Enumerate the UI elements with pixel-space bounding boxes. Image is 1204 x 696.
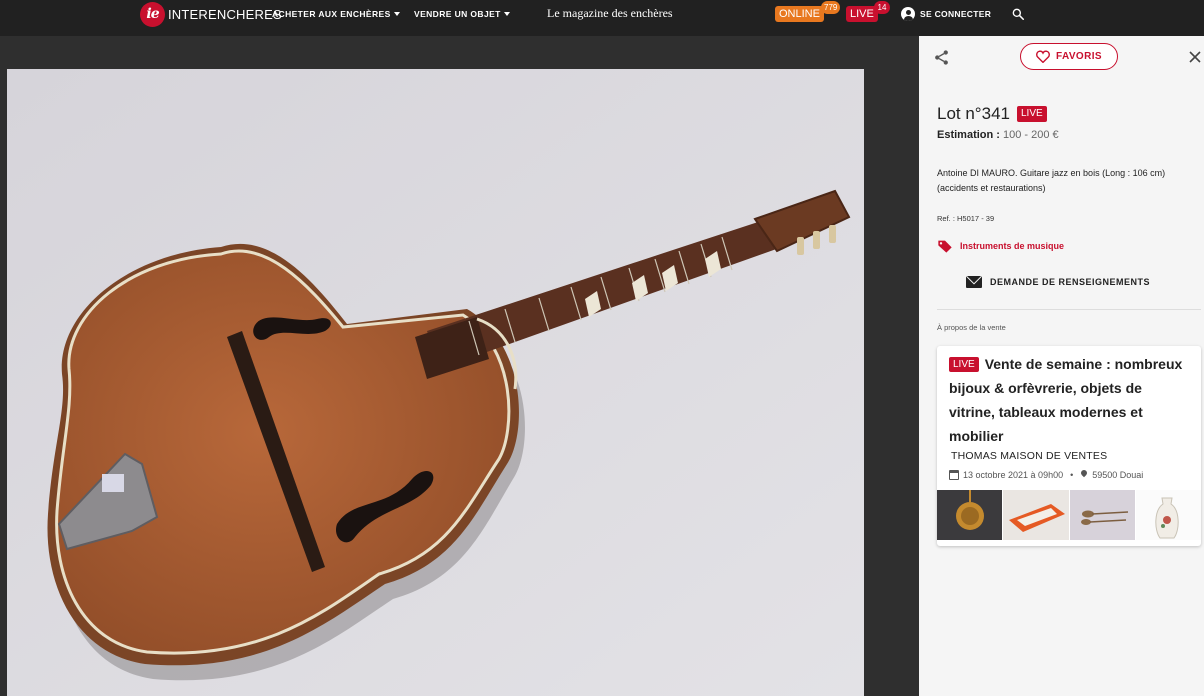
nav-sell-object[interactable]: VENDRE UN OBJET [414, 9, 510, 19]
sale-live-badge: LIVE [949, 357, 979, 372]
lot-title: Lot n°341 LIVE [937, 104, 1047, 124]
thumbnail-vase[interactable] [1135, 490, 1201, 540]
login-button[interactable]: SE CONNECTER [901, 7, 991, 21]
guitar-image [7, 69, 864, 696]
top-navigation-bar: ie INTERENCHERES ACHETER AUX ENCHÈRES VE… [0, 0, 1204, 36]
information-request-label: DEMANDE DE RENSEIGNEMENTS [990, 277, 1151, 287]
magazine-link[interactable]: Le magazine des enchères [547, 6, 673, 21]
logo-mark: ie [140, 1, 165, 27]
sale-title-text: Vente de semaine : nombreux bijoux & orf… [949, 356, 1183, 444]
tag-icon [938, 240, 952, 253]
lot-reference: Ref. : H5017 - 39 [937, 214, 995, 223]
thumbnail-medallion[interactable] [937, 490, 1003, 540]
divider [937, 309, 1201, 310]
nav-sell-label: VENDRE UN OBJET [414, 9, 501, 19]
nav-buy-at-auction[interactable]: ACHETER AUX ENCHÈRES [272, 9, 400, 19]
heart-icon [1036, 50, 1050, 63]
chevron-down-icon [393, 12, 400, 16]
thumbnail-case[interactable] [1003, 490, 1069, 540]
lot-details-panel: FAVORIS Lot n°341 LIVE Estimation : 100 … [919, 36, 1204, 696]
login-label: SE CONNECTER [920, 9, 992, 19]
lot-description: Antoine DI MAURO. Guitare jazz en bois (… [937, 168, 1166, 193]
close-icon[interactable] [1189, 51, 1201, 63]
category-link[interactable]: Instruments de musique [937, 239, 1064, 253]
thumbnail-spoons[interactable] [1069, 490, 1135, 540]
lot-photo[interactable] [7, 69, 864, 696]
chevron-down-icon [503, 12, 510, 16]
sale-date: 13 octobre 2021 à 09h00 [963, 470, 1064, 480]
sale-meta: 13 octobre 2021 à 09h00 • 59500 Douai [949, 470, 1143, 480]
category-label: Instruments de musique [960, 241, 1065, 251]
about-sale-label: À propos de la vente [937, 323, 1006, 332]
estimate: Estimation : 100 - 200 € [937, 129, 1059, 141]
logo-text: INTERENCHERES [168, 6, 282, 22]
share-icon[interactable] [933, 49, 950, 66]
sale-thumbnails [937, 490, 1201, 540]
meta-separator: • [1070, 470, 1074, 480]
estimate-value: 100 - 200 € [1003, 129, 1059, 141]
online-sales-link[interactable]: ONLINE [775, 6, 824, 22]
sale-location: 59500 Douai [1092, 470, 1144, 480]
auctioneer-name: THOMAS MAISON DE VENTES [951, 450, 1108, 462]
search-icon[interactable] [1011, 7, 1025, 21]
information-request-button[interactable]: DEMANDE DE RENSEIGNEMENTS [966, 276, 1150, 288]
lot-number: Lot n°341 [937, 104, 1010, 123]
favorites-button[interactable]: FAVORIS [1020, 43, 1118, 70]
calendar-icon [949, 470, 959, 480]
favorites-label: FAVORIS [1056, 51, 1102, 62]
nav-buy-label: ACHETER AUX ENCHÈRES [272, 9, 391, 19]
online-count-badge: 779 [821, 1, 841, 14]
live-badge: LIVE [1016, 106, 1047, 122]
estimate-label: Estimation : [937, 129, 1000, 141]
mail-icon [966, 276, 982, 288]
sale-title: LIVE Vente de semaine : nombreux bijoux &… [949, 352, 1189, 448]
sale-card[interactable]: LIVE Vente de semaine : nombreux bijoux &… [937, 346, 1201, 546]
user-icon [901, 7, 915, 21]
live-count-badge: 14 [874, 1, 890, 14]
location-pin-icon [1080, 470, 1088, 480]
photo-viewer [0, 36, 919, 696]
interencheres-logo[interactable]: ie INTERENCHERES [140, 1, 282, 27]
